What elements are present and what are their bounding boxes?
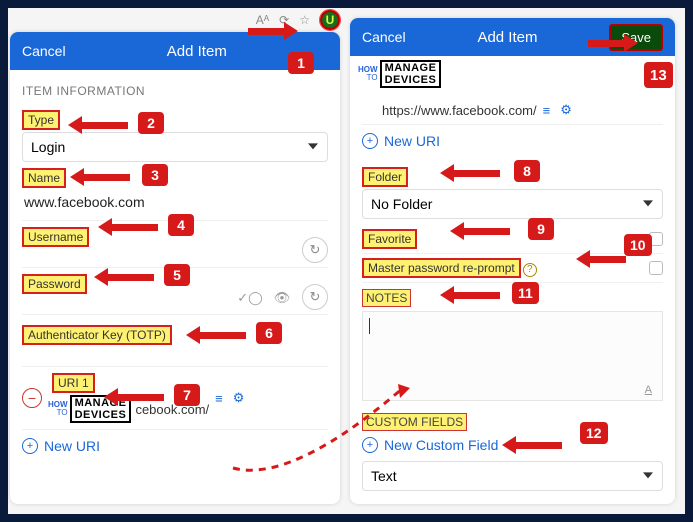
cancel-button[interactable]: Cancel: [22, 43, 66, 59]
plus-icon: +: [362, 133, 378, 149]
new-uri-button-right[interactable]: + New URI: [362, 125, 663, 157]
font-size-icon[interactable]: Aᴬ: [256, 13, 269, 27]
custom-field-type-select[interactable]: Text: [362, 461, 663, 491]
check-password-icon[interactable]: ✓◯: [238, 286, 262, 310]
generate-username-icon[interactable]: ↻: [302, 237, 328, 263]
new-custom-field-button[interactable]: + New Custom Field: [362, 433, 663, 461]
uri-settings-gear-icon[interactable]: ⚙: [233, 390, 245, 406]
reprompt-checkbox[interactable]: [649, 261, 663, 275]
cancel-button-right[interactable]: Cancel: [362, 29, 406, 45]
favorite-label: Favorite: [362, 229, 417, 249]
plus-icon: +: [362, 437, 378, 453]
uri1-value[interactable]: cebook.com/: [135, 402, 209, 417]
notes-textarea[interactable]: A: [362, 311, 663, 401]
custom-fields-label: CUSTOM FIELDS: [362, 413, 467, 431]
uri-row-right: https://www.facebook.com/ ≡ ⚙: [362, 96, 663, 125]
uri1-label: URI 1: [52, 373, 95, 393]
header-right: Cancel Add Item Save: [350, 18, 675, 56]
sync-icon[interactable]: ⟳: [279, 13, 289, 27]
uri-value-right[interactable]: https://www.facebook.com/: [362, 103, 537, 118]
toggle-visibility-icon[interactable]: 👁: [270, 286, 294, 310]
watermark-right: HOWTO MANAGEDEVICES: [358, 60, 659, 88]
help-icon[interactable]: ?: [523, 263, 537, 277]
name-value[interactable]: www.facebook.com: [22, 190, 328, 221]
notes-label: NOTES: [362, 289, 411, 307]
type-select[interactable]: Login: [22, 132, 328, 162]
favorite-star-icon[interactable]: ☆: [299, 13, 310, 27]
save-button[interactable]: Save: [609, 24, 663, 51]
folder-label: Folder: [362, 167, 408, 187]
plus-icon: +: [22, 438, 38, 454]
type-label: Type: [22, 110, 60, 130]
name-label: Name: [22, 168, 66, 188]
type-select-value[interactable]: Login: [22, 132, 328, 162]
section-item-information: ITEM INFORMATION: [22, 78, 328, 104]
remove-uri-icon[interactable]: −: [22, 388, 42, 408]
username-label: Username: [22, 227, 89, 247]
bitwarden-shield-icon[interactable]: U: [320, 10, 340, 30]
uri-settings-gear-icon[interactable]: ⚙: [560, 102, 572, 118]
add-item-panel-left: Cancel Add Item ITEM INFORMATION Type Lo…: [10, 32, 340, 504]
password-label: Password: [22, 274, 87, 294]
custom-field-type-value[interactable]: Text: [362, 461, 663, 491]
favorite-checkbox[interactable]: [649, 232, 663, 246]
folder-select[interactable]: No Folder: [362, 189, 663, 219]
uri-options-icon[interactable]: ≡: [543, 103, 551, 118]
uri1-row: − URI 1 HOWTO MANAGEDEVICES cebook.com/ …: [22, 367, 328, 430]
panel-title: Add Item: [66, 43, 328, 60]
notes-resize-icon: A: [645, 384, 652, 396]
generate-password-icon[interactable]: ↻: [302, 284, 328, 310]
new-uri-button[interactable]: + New URI: [22, 430, 328, 462]
add-item-panel-right: Cancel Add Item Save HOWTO MANAGEDEVICES…: [350, 18, 675, 504]
browser-toolbar: Aᴬ ⟳ ☆ U: [188, 10, 348, 30]
watermark-left: HOWTO MANAGEDEVICES cebook.com/: [48, 395, 209, 423]
reprompt-label: Master password re-prompt: [362, 258, 521, 278]
panel-title-right: Add Item: [406, 29, 610, 46]
header-left: Cancel Add Item: [10, 32, 340, 70]
folder-value[interactable]: No Folder: [362, 189, 663, 219]
uri-options-icon[interactable]: ≡: [215, 391, 223, 406]
totp-label: Authenticator Key (TOTP): [22, 325, 172, 345]
